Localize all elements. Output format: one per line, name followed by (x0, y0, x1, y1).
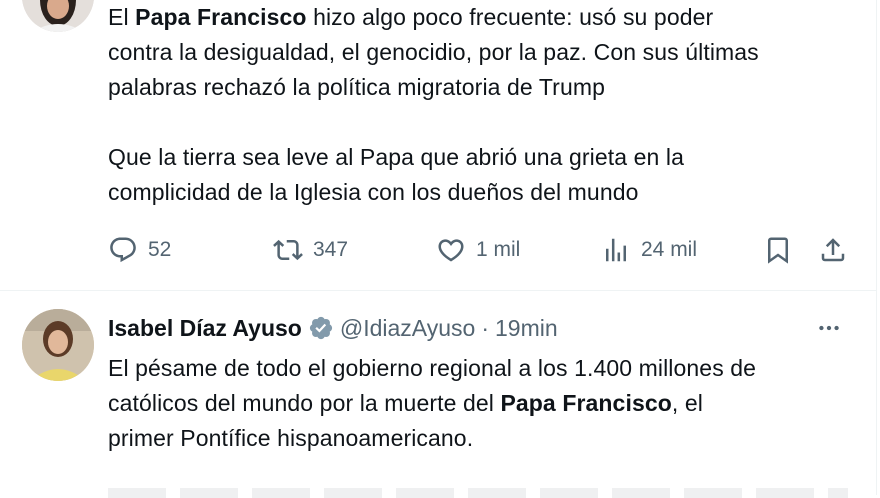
like-icon (438, 239, 464, 262)
tweet-header: Isabel Díaz Ayuso @IdiazAyuso · 19min (108, 313, 558, 343)
author-handle[interactable]: @IdiazAyuso (340, 315, 475, 342)
bookmark-icon (768, 237, 788, 264)
retweet-button[interactable]: 347 (273, 232, 348, 268)
retweet-count: 347 (313, 238, 349, 261)
reply-count: 52 (148, 238, 172, 261)
tweet-line: contra la desigualdad, el genocidio, por… (108, 39, 759, 65)
like-count: 1 mil (476, 238, 521, 261)
retweet-icon (273, 239, 303, 261)
views-button[interactable]: 24 mil (601, 232, 697, 268)
mention-papa-francisco: Papa Francisco (500, 390, 672, 416)
avatar-image (22, 0, 94, 32)
tweet-time[interactable]: 19min (495, 315, 558, 342)
tweet-1[interactable]: El Papa Francisco hizo algo poco frecuen… (0, 0, 876, 291)
tweet-line: El Papa Francisco hizo algo poco frecuen… (108, 4, 714, 30)
reply-icon (110, 237, 136, 263)
more-icon (819, 325, 839, 331)
tweet-line: primer Pontífice hispanoamericano. (108, 425, 474, 451)
more-options-button[interactable] (812, 313, 846, 343)
views-icon (606, 238, 626, 262)
tweet-line: palabras rechazó la política migratoria … (108, 74, 605, 100)
author-name[interactable]: Isabel Díaz Ayuso (108, 315, 302, 342)
tweet-2[interactable]: Isabel Díaz Ayuso @IdiazAyuso · 19min El… (0, 291, 876, 495)
avatar-image (22, 309, 94, 381)
bookmark-button[interactable] (763, 232, 793, 268)
separator-dot: · (481, 314, 489, 341)
like-button[interactable]: 1 mil (436, 232, 520, 268)
tweet-line: católicos del mundo por la muerte del Pa… (108, 390, 703, 416)
share-button[interactable] (818, 232, 848, 268)
mention-papa-francisco: Papa Francisco (135, 4, 307, 30)
avatar[interactable] (22, 309, 94, 381)
views-count: 24 mil (641, 238, 698, 261)
tweet-line: El pésame de todo el gobierno regional a… (108, 355, 757, 381)
cut-off-text (108, 488, 848, 498)
share-icon (821, 238, 845, 262)
tweet-actions: 52 347 1 mil 24 mil (108, 232, 848, 268)
tweet-line (108, 105, 858, 140)
column-border (876, 0, 877, 495)
verified-icon (309, 316, 332, 340)
reply-button[interactable]: 52 (108, 232, 171, 268)
tweet-line: Que la tierra sea leve al Papa que abrió… (108, 144, 684, 170)
tweet-text: El pésame de todo el gobierno regional a… (108, 351, 858, 456)
tweet-line: complicidad de la Iglesia con los dueños… (108, 179, 639, 205)
tweet-text: El Papa Francisco hizo algo poco frecuen… (108, 0, 858, 210)
avatar[interactable] (22, 0, 94, 32)
